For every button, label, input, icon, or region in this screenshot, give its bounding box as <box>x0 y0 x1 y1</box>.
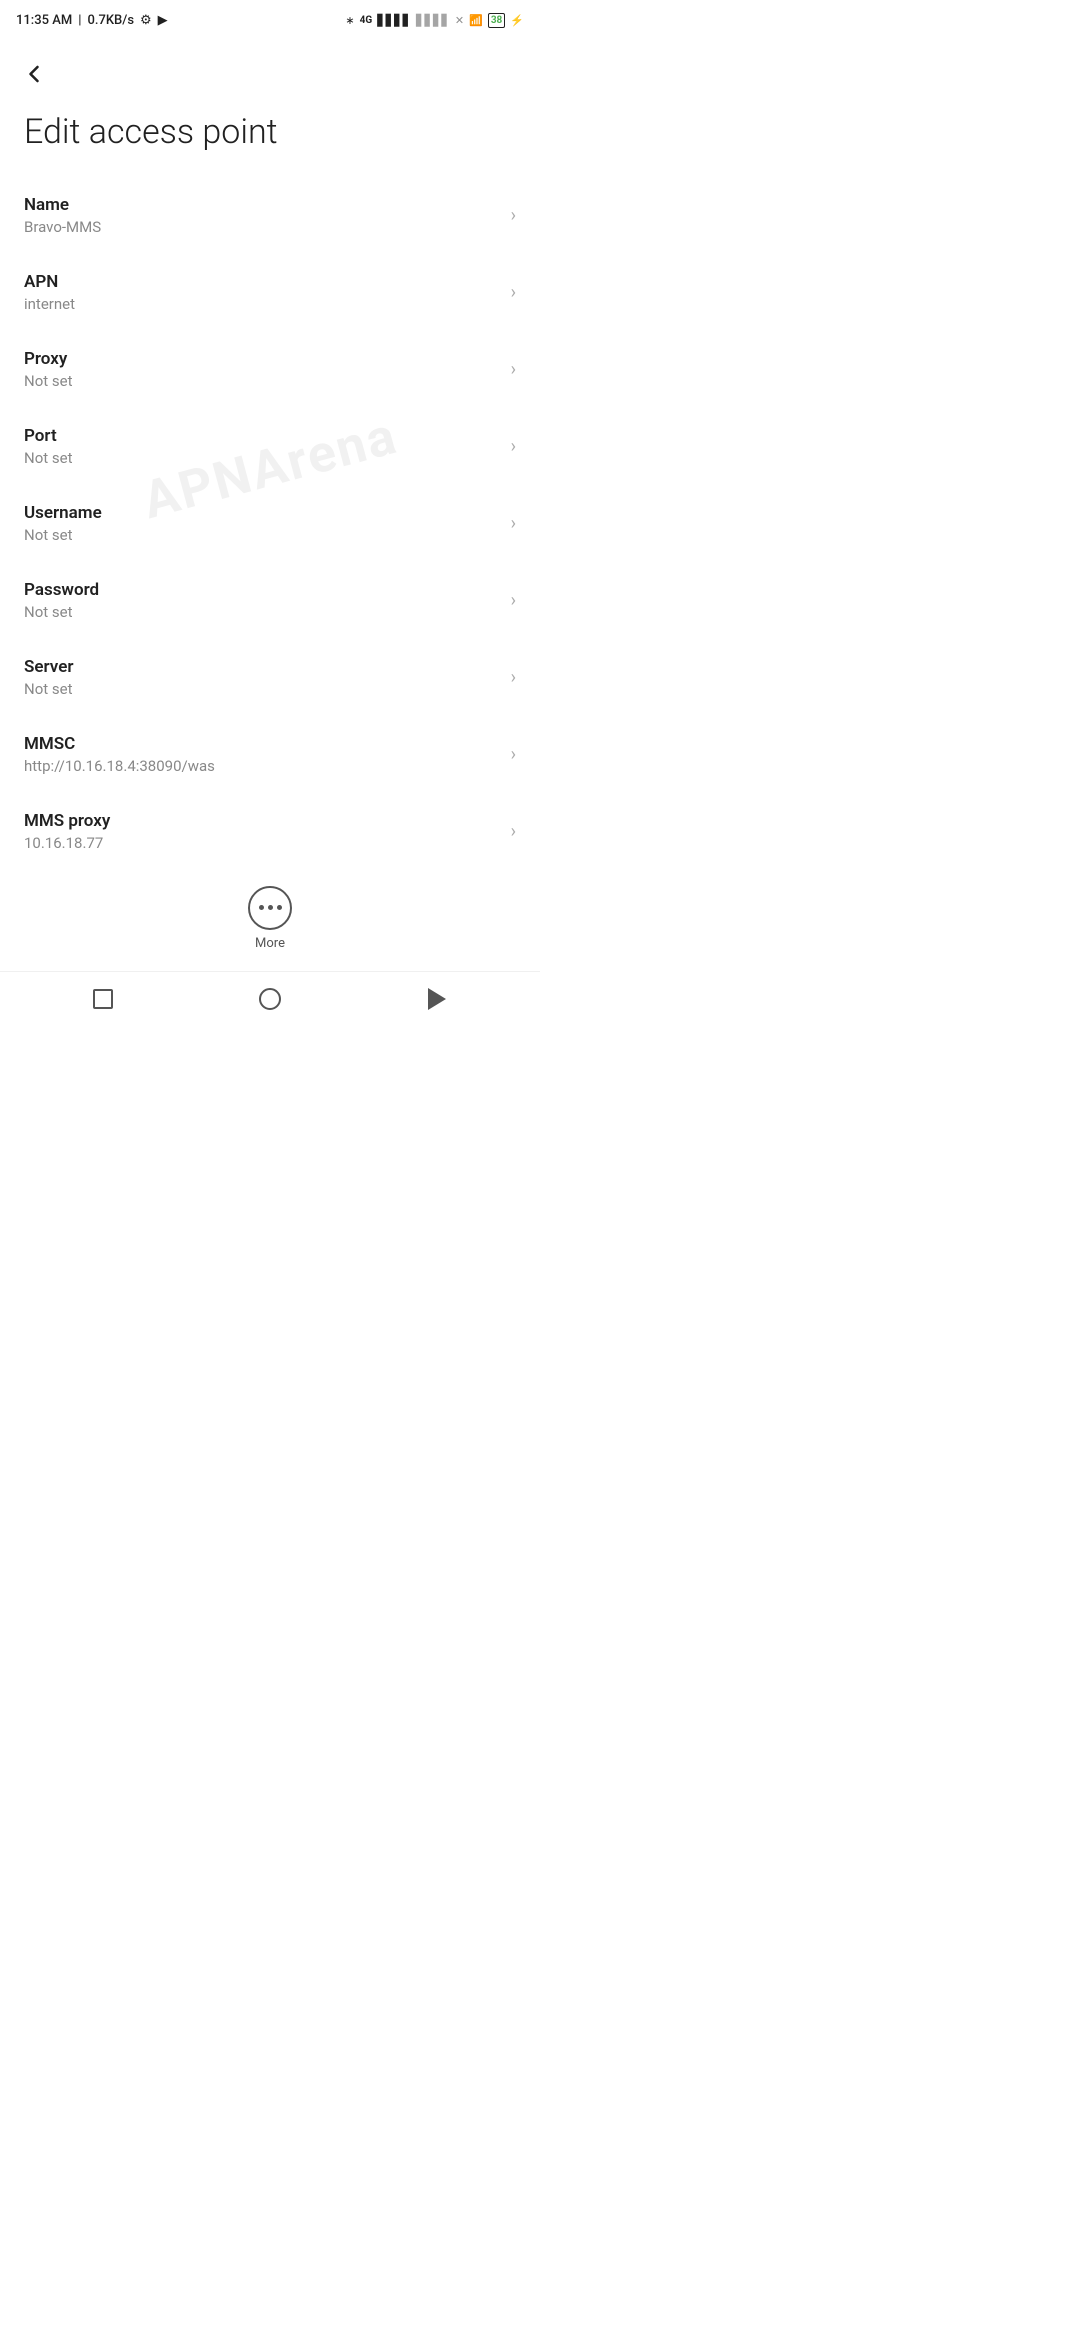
settings-item[interactable]: Password Not set › <box>0 562 540 639</box>
settings-item-text-8: MMS proxy 10.16.18.77 <box>24 811 503 852</box>
settings-label-3: Port <box>24 426 503 446</box>
status-speed: 0.7KB/s <box>87 13 134 28</box>
settings-item[interactable]: Server Not set › <box>0 639 540 716</box>
settings-label-2: Proxy <box>24 349 503 369</box>
video-icon: ▶ <box>158 13 168 28</box>
settings-value-6: Not set <box>24 680 503 698</box>
chevron-right-icon: › <box>511 205 516 226</box>
settings-item-text-0: Name Bravo-MMS <box>24 195 503 236</box>
signal-bars2-icon: ▋▋▋▋ <box>416 14 450 27</box>
settings-item[interactable]: MMS proxy 10.16.18.77 › <box>0 793 540 870</box>
settings-value-4: Not set <box>24 526 503 544</box>
status-separator: | <box>78 13 81 28</box>
settings-item-text-4: Username Not set <box>24 503 503 544</box>
signal-bars-icon: ▋▋▋▋ <box>377 14 411 27</box>
settings-item[interactable]: MMSC http://10.16.18.4:38090/was › <box>0 716 540 793</box>
nav-bar <box>0 971 540 1027</box>
settings-item-text-2: Proxy Not set <box>24 349 503 390</box>
settings-icon: ⚙ <box>140 13 152 28</box>
wifi-icon: 📶 <box>469 14 483 27</box>
settings-value-8: 10.16.18.77 <box>24 834 503 852</box>
more-label: More <box>255 936 285 951</box>
settings-item-text-1: APN internet <box>24 272 503 313</box>
recents-icon <box>93 989 113 1009</box>
settings-item[interactable]: Name Bravo-MMS › <box>0 177 540 254</box>
status-right: ∗ 4G ▋▋▋▋ ▋▋▋▋ ✕ 📶 38 ⚡ <box>345 13 524 28</box>
settings-label-1: APN <box>24 272 503 292</box>
chevron-right-icon: › <box>511 744 516 765</box>
settings-value-7: http://10.16.18.4:38090/was <box>24 757 503 775</box>
battery-icon: 38 <box>488 13 505 28</box>
settings-value-0: Bravo-MMS <box>24 218 503 236</box>
chevron-right-icon: › <box>511 590 516 611</box>
settings-item-text-6: Server Not set <box>24 657 503 698</box>
chevron-right-icon: › <box>511 821 516 842</box>
settings-label-4: Username <box>24 503 503 523</box>
settings-value-5: Not set <box>24 603 503 621</box>
settings-item[interactable]: APN internet › <box>0 254 540 331</box>
settings-label-7: MMSC <box>24 734 503 754</box>
settings-label-0: Name <box>24 195 503 215</box>
chevron-right-icon: › <box>511 667 516 688</box>
settings-label-8: MMS proxy <box>24 811 503 831</box>
settings-item-text-5: Password Not set <box>24 580 503 621</box>
charging-icon: ⚡ <box>510 14 524 27</box>
home-icon <box>259 988 281 1010</box>
chevron-right-icon: › <box>511 282 516 303</box>
chevron-right-icon: › <box>511 359 516 380</box>
settings-value-2: Not set <box>24 372 503 390</box>
more-button[interactable]: More <box>0 870 540 967</box>
nav-recents-button[interactable] <box>79 975 127 1023</box>
chevron-right-icon: › <box>511 436 516 457</box>
settings-value-3: Not set <box>24 449 503 467</box>
bluetooth-icon: ∗ <box>345 14 354 27</box>
settings-value-1: internet <box>24 295 503 313</box>
settings-item-text-7: MMSC http://10.16.18.4:38090/was <box>24 734 503 775</box>
status-bar: 11:35 AM | 0.7KB/s ⚙ ▶ ∗ 4G ▋▋▋▋ ▋▋▋▋ ✕ … <box>0 0 540 40</box>
settings-label-5: Password <box>24 580 503 600</box>
settings-item[interactable]: Proxy Not set › <box>0 331 540 408</box>
nav-back-button[interactable] <box>413 975 461 1023</box>
more-dots-icon <box>248 886 292 930</box>
page-title: Edit access point <box>0 102 540 177</box>
status-left: 11:35 AM | 0.7KB/s ⚙ ▶ <box>16 13 168 28</box>
back-icon <box>428 988 446 1010</box>
signal-4g-icon: 4G <box>360 15 373 26</box>
signal-x-icon: ✕ <box>455 14 464 27</box>
status-time: 11:35 AM <box>16 13 72 28</box>
chevron-right-icon: › <box>511 513 516 534</box>
settings-list: Name Bravo-MMS › APN internet › Proxy No… <box>0 177 540 870</box>
settings-item[interactable]: Port Not set › <box>0 408 540 485</box>
settings-item[interactable]: Username Not set › <box>0 485 540 562</box>
back-button[interactable] <box>0 40 540 102</box>
settings-label-6: Server <box>24 657 503 677</box>
nav-home-button[interactable] <box>246 975 294 1023</box>
settings-item-text-3: Port Not set <box>24 426 503 467</box>
